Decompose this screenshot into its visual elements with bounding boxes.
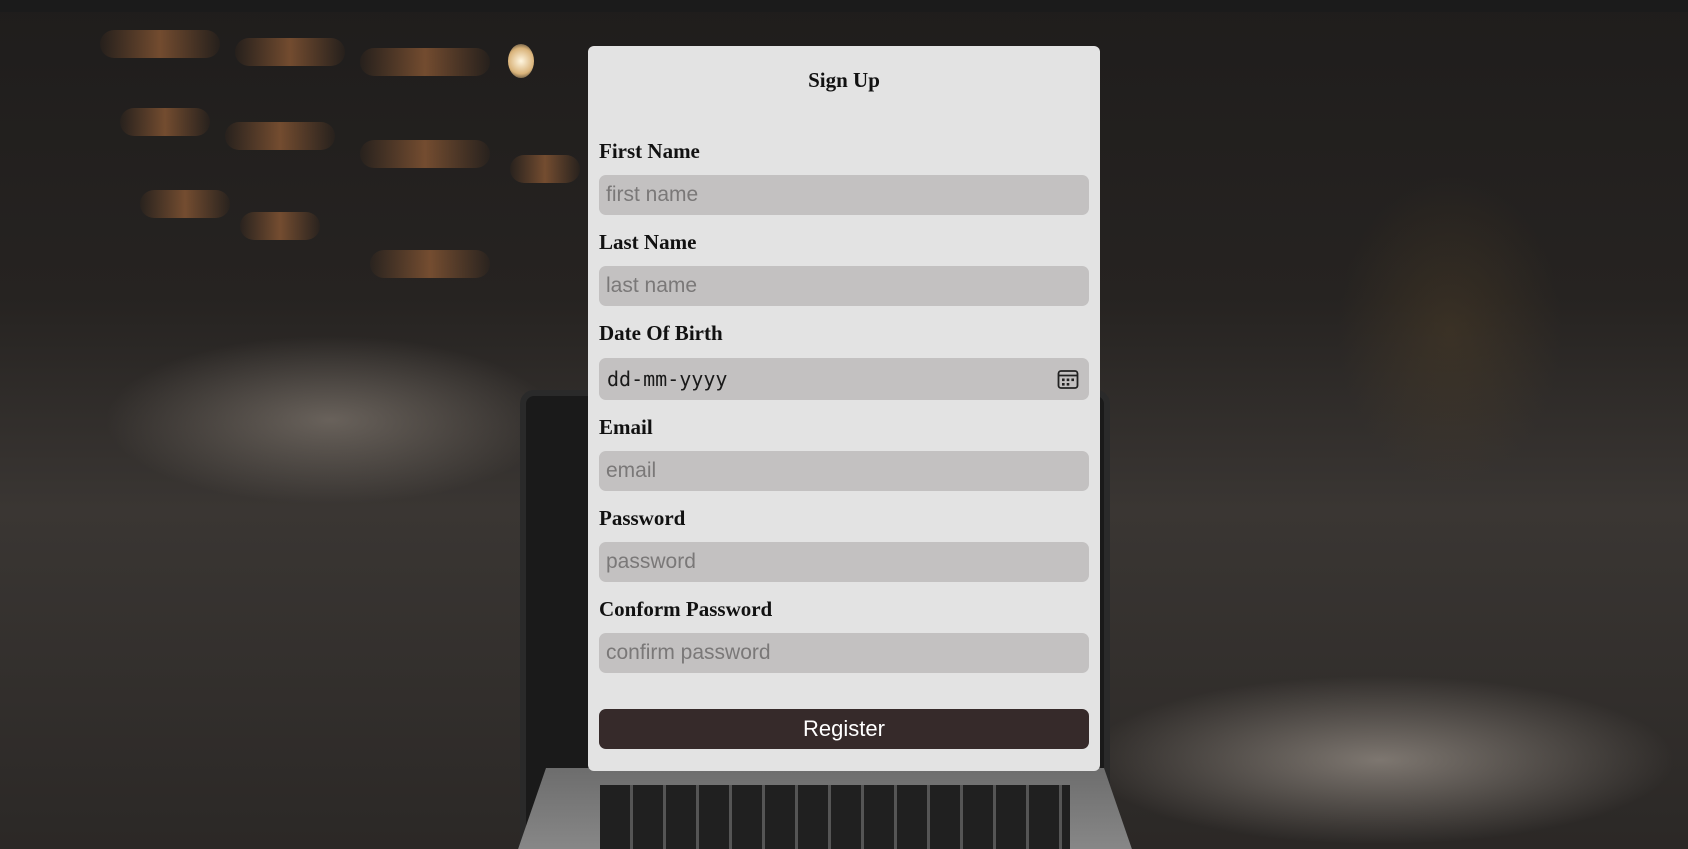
calendar-icon[interactable] bbox=[1057, 368, 1079, 390]
background-light-slat bbox=[225, 122, 335, 150]
signup-card: Sign Up First Name Last Name Date Of Bir… bbox=[588, 46, 1100, 771]
confirm-password-label: Conform Password bbox=[599, 597, 773, 621]
background-light-slat bbox=[235, 38, 345, 66]
date-of-birth-label: Date Of Birth bbox=[599, 321, 723, 345]
date-of-birth-placeholder: dd-mm-yyyy bbox=[607, 367, 728, 391]
background-light-slat bbox=[360, 140, 490, 168]
register-button[interactable]: Register bbox=[599, 709, 1089, 749]
last-name-input[interactable] bbox=[599, 266, 1089, 306]
first-name-input[interactable] bbox=[599, 175, 1089, 215]
background-laptop-keyboard bbox=[600, 785, 1070, 849]
background-light-slat bbox=[370, 250, 490, 278]
background-light-slat bbox=[360, 48, 490, 76]
background-light-slat bbox=[100, 30, 220, 58]
password-input[interactable] bbox=[599, 542, 1089, 582]
background-light-bulb bbox=[508, 44, 534, 78]
first-name-label: First Name bbox=[599, 139, 700, 163]
password-label: Password bbox=[599, 506, 686, 530]
top-bar bbox=[0, 0, 1688, 12]
email-label: Email bbox=[599, 415, 653, 439]
date-of-birth-input[interactable]: dd-mm-yyyy bbox=[599, 358, 1089, 400]
email-input[interactable] bbox=[599, 451, 1089, 491]
last-name-label: Last Name bbox=[599, 230, 697, 254]
confirm-password-input[interactable] bbox=[599, 633, 1089, 673]
background-light-slat bbox=[120, 108, 210, 136]
form-title: Sign Up bbox=[808, 68, 880, 92]
background-light-slat bbox=[240, 212, 320, 240]
background-light-slat bbox=[510, 155, 580, 183]
background-light-slat bbox=[140, 190, 230, 218]
